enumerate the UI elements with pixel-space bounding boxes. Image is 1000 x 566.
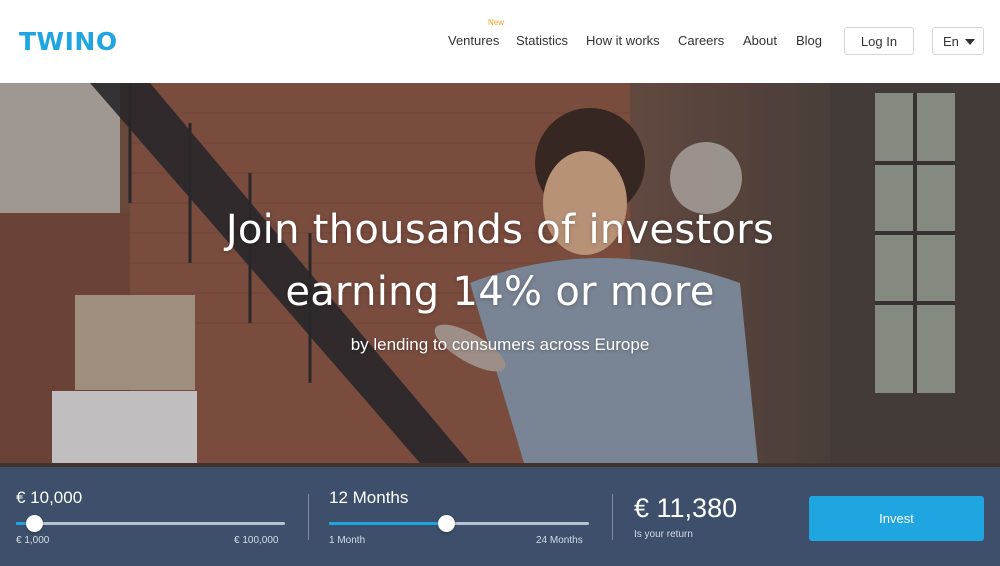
amount-slider-thumb[interactable] (26, 515, 44, 532)
nav-how-it-works[interactable]: How it works (586, 33, 660, 48)
divider (612, 494, 613, 540)
return-value: € 11,380 (634, 493, 738, 523)
nav-careers[interactable]: Careers (678, 33, 724, 48)
nav-statistics[interactable]: Statistics (516, 33, 568, 48)
login-button[interactable]: Log In (844, 27, 914, 55)
amount-max-label: € 100,000 (234, 535, 279, 546)
chevron-down-icon (965, 39, 975, 45)
nav-about[interactable]: About (743, 33, 777, 48)
return-label: Is your return (634, 529, 693, 540)
hero-subtitle: by lending to consumers across Europe (350, 335, 650, 354)
invest-button[interactable]: Invest (809, 496, 984, 541)
hero-title-line1: Join thousands of investors (225, 207, 775, 253)
language-select[interactable]: En (932, 27, 984, 55)
period-slider-thumb[interactable] (437, 515, 455, 532)
period-value: 12 Months (329, 488, 409, 507)
amount-slider[interactable] (16, 515, 285, 532)
nav-blog[interactable]: Blog (796, 33, 822, 48)
amount-min-label: € 1,000 (16, 535, 50, 546)
nav-ventures[interactable]: Ventures (448, 33, 499, 48)
hero-title-line2: earning 14% or more (285, 269, 715, 315)
period-slider-fill (329, 522, 446, 525)
period-max-label: 24 Months (536, 535, 583, 546)
period-slider[interactable] (329, 515, 589, 532)
site-header: TWINO New Ventures Statistics How it wor… (0, 0, 1000, 83)
new-badge: New (488, 18, 505, 27)
amount-value: € 10,000 (16, 488, 83, 507)
period-min-label: 1 Month (329, 535, 366, 546)
language-value: En (943, 33, 959, 49)
divider (308, 494, 309, 540)
investment-calculator: € 10,000 € 1,000 € 100,000 12 Months 1 M… (0, 467, 1000, 566)
twino-logo[interactable]: TWINO (19, 27, 118, 56)
